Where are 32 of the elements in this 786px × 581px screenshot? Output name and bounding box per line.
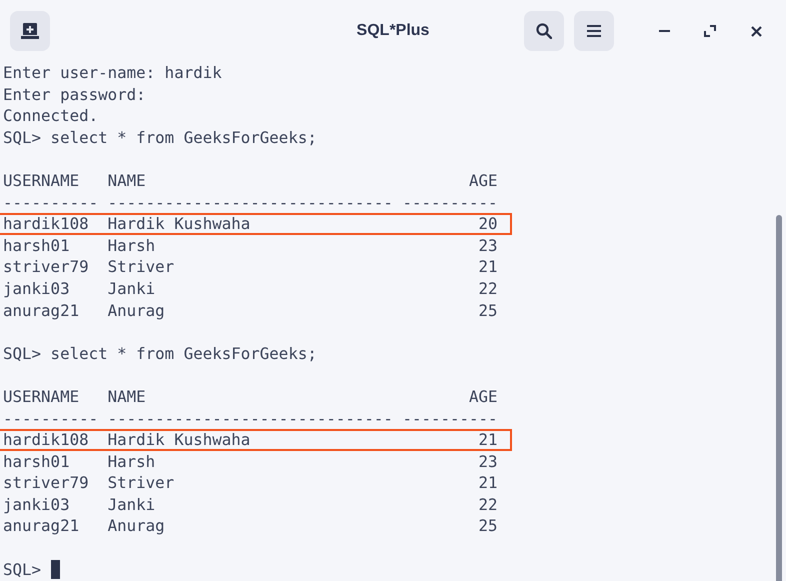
terminal-line: ---------- ------------------------------ ---------- xyxy=(2,408,498,430)
menu-button[interactable] xyxy=(574,11,614,51)
maximize-icon xyxy=(704,25,716,37)
scrollbar-thumb[interactable] xyxy=(776,215,782,581)
terminal-line: anurag21 Anurag 25 xyxy=(2,300,498,322)
terminal-line: ---------- ------------------------------ ---------- xyxy=(2,192,498,214)
terminal-line: striver79 Striver 21 xyxy=(2,472,498,494)
text-cursor xyxy=(50,560,60,579)
search-icon xyxy=(536,23,552,39)
terminal-line: janki03 Janki 22 xyxy=(2,494,498,516)
menu-icon xyxy=(587,25,601,37)
terminal-line: harsh01 Harsh 23 xyxy=(2,450,498,472)
terminal-line: Enter user-name: hardik xyxy=(2,62,222,84)
highlighted-line: hardik108 Hardik Kushwaha 21 xyxy=(0,429,512,451)
terminal-line: striver79 Striver 21 xyxy=(2,256,498,278)
terminal-line: SQL> select * from GeeksForGeeks; xyxy=(2,126,317,148)
minimize-icon xyxy=(658,30,670,32)
terminal-line: SQL> select * from GeeksForGeeks; xyxy=(2,342,317,364)
prompt-text: SQL> xyxy=(3,558,42,580)
terminal-line: anurag21 Anurag 25 xyxy=(2,515,498,538)
search-button[interactable] xyxy=(524,11,564,51)
terminal-line: USERNAME NAME AGE xyxy=(2,170,498,192)
new-tab-button[interactable] xyxy=(10,11,50,51)
highlighted-line: hardik108 Hardik Kushwaha 20 xyxy=(0,213,512,235)
window-title: SQL*Plus xyxy=(356,22,430,40)
terminal-line: USERNAME NAME AGE xyxy=(2,386,498,408)
new-tab-icon xyxy=(21,23,39,39)
terminal-line: janki03 Janki 22 xyxy=(2,278,498,300)
terminal-line: Enter password: xyxy=(2,84,146,106)
terminal-line: harsh01 Harsh 23 xyxy=(2,234,498,256)
close-icon xyxy=(750,26,762,36)
terminal-line: Connected. xyxy=(2,105,98,127)
